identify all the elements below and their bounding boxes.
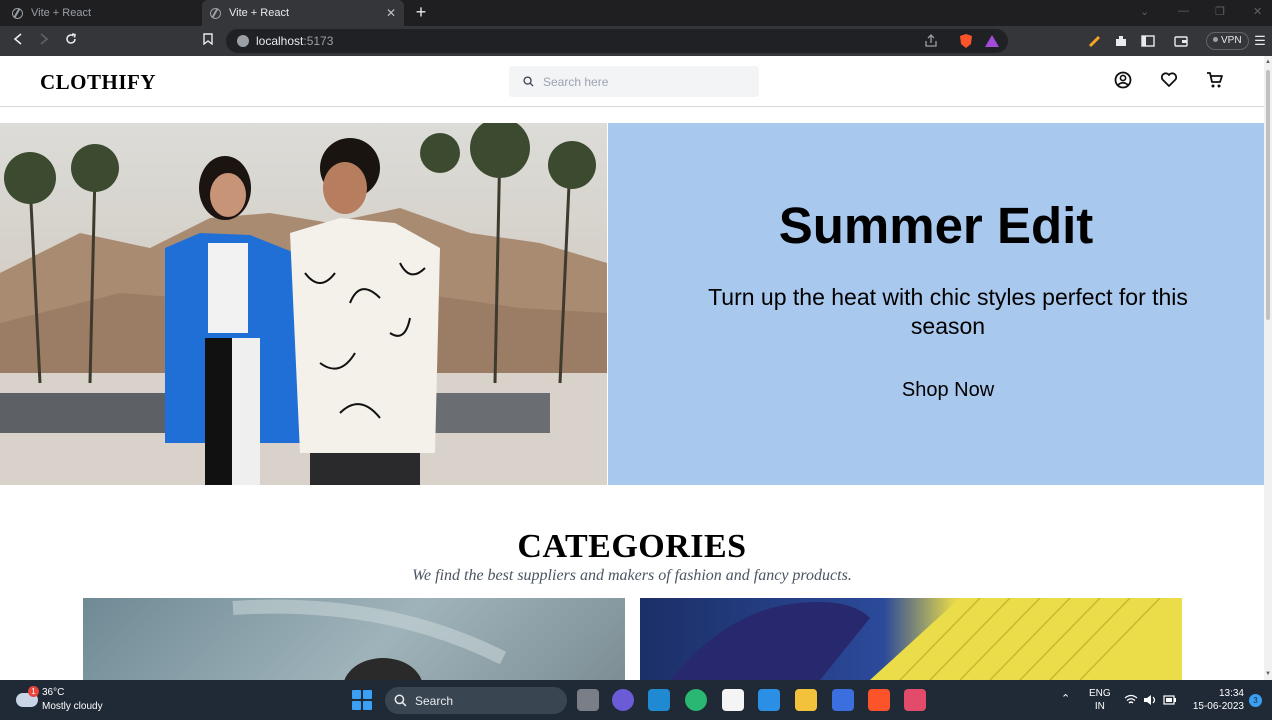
restore-icon[interactable]: ❐ (1215, 5, 1225, 18)
notification-badge[interactable]: 3 (1249, 694, 1262, 707)
browser-tab-bar: Vite + React Vite + React ✕ + ⌄ — ❐ ✕ (0, 0, 1272, 26)
search-bar[interactable] (509, 66, 759, 97)
weather-widget[interactable]: 1 36°C Mostly cloudy (14, 686, 134, 714)
file-explorer-icon[interactable] (795, 689, 817, 711)
category-image (670, 598, 1182, 680)
forward-icon[interactable] (34, 31, 54, 51)
categories-subtitle: We find the best suppliers and makers of… (412, 567, 852, 584)
close-window-icon[interactable]: ✕ (1253, 5, 1262, 18)
menu-icon[interactable]: ☰ (1250, 31, 1270, 51)
brave-shields-icon[interactable] (958, 33, 974, 49)
clock[interactable]: 13:34 15-06-2023 (1188, 687, 1244, 713)
share-icon[interactable] (923, 33, 939, 49)
shop-now-button[interactable]: Shop Now (884, 379, 1012, 402)
mail-icon[interactable] (758, 689, 780, 711)
vite-favicon-icon (210, 7, 221, 19)
minimize-icon[interactable]: — (1178, 5, 1189, 17)
search-input[interactable] (543, 66, 753, 97)
notion-icon[interactable] (722, 689, 744, 711)
taskbar-search[interactable]: Search (385, 687, 567, 714)
volume-icon[interactable] (1143, 694, 1157, 706)
windows-taskbar: 1 36°C Mostly cloudy Search ⌃ ENG IN 13:… (0, 680, 1272, 720)
hero-subtitle: Turn up the heat with chic styles perfec… (708, 284, 1188, 339)
weather-badge: 1 (28, 686, 39, 697)
wifi-icon[interactable] (1124, 694, 1138, 706)
language-indicator[interactable]: ENG IN (1089, 687, 1111, 713)
lang-line1: ENG (1089, 688, 1111, 699)
new-tab-button[interactable]: + (412, 2, 430, 23)
clock-date: 15-06-2023 (1192, 701, 1244, 712)
hero-title: Summer Edit (778, 197, 1094, 254)
address-bar[interactable]: localhost:5173 (226, 29, 1008, 53)
back-icon[interactable] (8, 31, 28, 51)
task-view-icon[interactable] (577, 689, 599, 711)
hero-text-panel: Summer Edit Turn up the heat with chic s… (608, 123, 1264, 485)
vpn-button[interactable]: VPN (1206, 32, 1249, 50)
category-card[interactable] (640, 598, 1182, 680)
taskbar-search-label: Search (415, 694, 454, 708)
windows-start-icon[interactable] (352, 690, 372, 710)
reload-icon[interactable] (61, 31, 81, 51)
tab-title: Vite + React (31, 7, 92, 19)
brave-rewards-icon[interactable] (984, 33, 1000, 49)
search-icon (394, 694, 407, 707)
hero-banner: Summer Edit Turn up the heat with chic s… (0, 123, 1264, 485)
clock-time: 13:34 (1218, 688, 1244, 699)
page-scrollbar[interactable]: ▲ ▼ (1264, 56, 1272, 680)
close-tab-icon[interactable]: ✕ (386, 6, 396, 20)
category-card[interactable] (83, 598, 625, 680)
vs-studio-icon[interactable] (832, 689, 854, 711)
tab-title: Vite + React (229, 7, 290, 19)
site-logo[interactable]: CLOTHIFY (40, 70, 156, 95)
vpn-label: VPN (1221, 35, 1242, 46)
teams-chat-icon[interactable] (612, 689, 634, 711)
vscode-icon[interactable] (648, 689, 670, 711)
search-icon (523, 76, 534, 87)
snipping-tool-icon[interactable] (904, 689, 926, 711)
scrollbar-thumb[interactable] (1266, 70, 1270, 320)
page-viewport: CLOTHIFY Search here Summer Edit Turn up… (0, 56, 1272, 680)
wallet-icon[interactable] (1173, 33, 1189, 49)
categories-title: CATEGORIES (517, 528, 747, 565)
weather-temp: 36°C (42, 687, 65, 698)
extensions-icon[interactable] (1113, 33, 1129, 49)
url-port: :5173 (303, 34, 334, 48)
bookmark-icon[interactable] (198, 31, 218, 51)
browser-toolbar: localhost:5173 VPN ☰ (0, 26, 1272, 56)
url-host: localhost (256, 34, 304, 48)
pen-extension-icon[interactable] (1087, 33, 1103, 49)
battery-icon[interactable] (1163, 695, 1177, 705)
site-header: CLOTHIFY (0, 56, 1264, 107)
cart-icon[interactable] (1205, 70, 1225, 90)
browser-tab[interactable]: Vite + React (0, 0, 200, 26)
wishlist-icon[interactable] (1159, 70, 1179, 90)
vite-favicon-icon (12, 7, 23, 19)
browser-tab-active[interactable]: Vite + React ✕ (202, 0, 404, 26)
chevron-down-icon[interactable]: ⌄ (1140, 5, 1149, 18)
scroll-down-icon[interactable]: ▼ (1265, 671, 1271, 677)
brave-browser-icon[interactable] (868, 689, 890, 711)
weather-condition: Mostly cloudy (42, 701, 103, 712)
chevron-up-icon[interactable]: ⌃ (1061, 692, 1070, 705)
hero-image (0, 123, 607, 485)
account-icon[interactable] (1113, 70, 1133, 90)
sidebar-icon[interactable] (1140, 33, 1156, 49)
scroll-up-icon[interactable]: ▲ (1265, 59, 1271, 65)
site-info-icon[interactable] (237, 35, 249, 47)
edge-icon[interactable] (685, 689, 707, 711)
category-image (232, 599, 507, 680)
lang-line2: IN (1094, 701, 1105, 712)
